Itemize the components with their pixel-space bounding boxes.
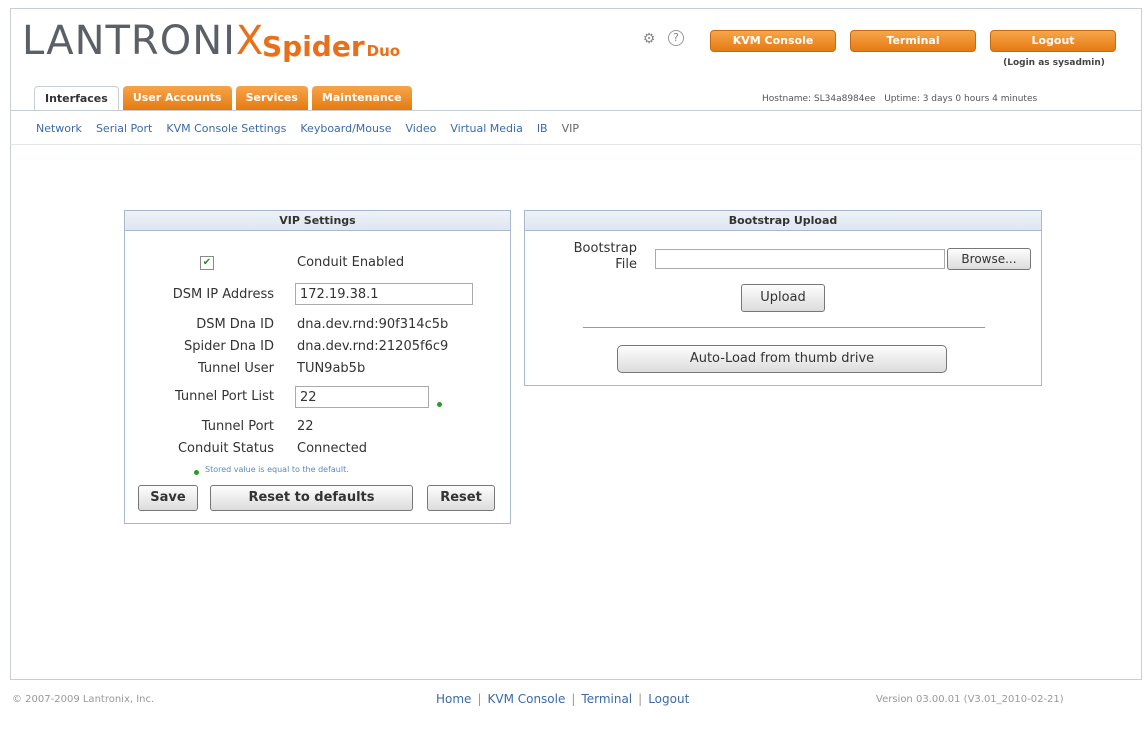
tunnel-user-value: TUN9ab5b [297,361,366,376]
default-indicator-icon [437,402,442,407]
auto-load-thumb-drive-button[interactable]: Auto-Load from thumb drive [617,345,947,373]
sub-navigation: Network Serial Port KVM Console Settings… [36,122,579,135]
subnav-network[interactable]: Network [36,122,82,135]
uptime: Uptime: 3 days 0 hours 4 minutes [884,94,1038,104]
spider-dna-label: Spider Dna ID [183,339,274,354]
bootstrap-file-label: Bootstrap File [574,241,637,273]
version-info: Version 03.00.01 (V3.01_2010-02-21) [876,694,1064,705]
tab-user-accounts[interactable]: User Accounts [122,86,232,110]
subnav-keyboard-mouse[interactable]: Keyboard/Mouse [300,122,391,135]
reset-to-defaults-button[interactable]: Reset to defaults [210,485,413,511]
conduit-status-value: Connected [297,441,368,456]
dsm-ip-input[interactable] [295,283,473,305]
tools-icon[interactable]: ⚙ [640,30,658,48]
bootstrap-file-input[interactable] [655,249,945,269]
default-value-note: Stored value is equal to the default. [205,465,349,474]
vip-settings-title: VIP Settings [125,211,510,231]
lantronix-logo: LANTRONIX [22,18,265,64]
copyright: © 2007-2009 Lantronix, Inc. [12,694,155,705]
subnav-kvm-console-settings[interactable]: KVM Console Settings [166,122,286,135]
subnav-virtual-media[interactable]: Virtual Media [450,122,522,135]
terminal-button[interactable]: Terminal [850,30,976,52]
product-logo: Spider Duo [262,30,401,63]
help-icon[interactable]: ? [668,30,684,46]
tab-maintenance[interactable]: Maintenance [311,86,412,110]
tunnel-user-label: Tunnel User [197,361,274,376]
tunnel-port-list-input[interactable] [295,386,429,408]
note-indicator-icon [194,470,199,475]
footer-separator: | [477,692,482,706]
tab-divider [10,110,1142,111]
tunnel-port-label: Tunnel Port [201,419,274,434]
subnav-video[interactable]: Video [406,122,437,135]
tunnel-port-value: 22 [297,419,314,434]
footer-separator: | [571,692,576,706]
upload-button[interactable]: Upload [741,284,825,312]
conduit-status-label: Conduit Status [177,441,274,456]
dsm-dna-label: DSM Dna ID [196,317,274,332]
tunnel-port-list-label: Tunnel Port List [174,389,274,404]
footer-link-home[interactable]: Home [436,692,471,706]
subnav-serial-port[interactable]: Serial Port [96,122,152,135]
kvm-console-button[interactable]: KVM Console [710,30,836,52]
dsm-ip-label: DSM IP Address [172,287,274,302]
save-button[interactable]: Save [138,485,198,511]
tab-services[interactable]: Services [235,86,308,110]
vip-settings-panel: VIP Settings ✔ Conduit Enabled DSM IP Ad… [124,210,511,524]
subnav-divider [10,144,1142,145]
subnav-ib[interactable]: IB [537,122,548,135]
conduit-enabled-label: Conduit Enabled [297,255,405,270]
login-status: (Login as sysadmin) [1003,58,1105,68]
subnav-vip[interactable]: VIP [562,122,579,135]
conduit-enabled-checkbox[interactable]: ✔ [200,256,214,270]
bootstrap-divider [583,327,985,328]
reset-button[interactable]: Reset [427,485,495,511]
bootstrap-file-label-line1: Bootstrap [573,241,637,256]
host-info: Hostname: SL34a8984ee Uptime: 3 days 0 h… [762,94,1037,104]
footer-separator: | [638,692,643,706]
footer-link-terminal[interactable]: Terminal [581,692,632,706]
footer-link-logout[interactable]: Logout [648,692,689,706]
bootstrap-upload-panel: Bootstrap Upload Bootstrap File Browse...… [524,210,1042,386]
tab-interfaces[interactable]: Interfaces [34,86,119,110]
footer-links: Home | KVM Console | Terminal | Logout [436,692,689,706]
hostname: Hostname: SL34a8984ee [762,94,876,104]
logout-button[interactable]: Logout [990,30,1116,52]
bootstrap-upload-title: Bootstrap Upload [525,211,1041,231]
bootstrap-file-label-line2: File [615,257,637,272]
main-tabs: Interfaces User Accounts Services Mainte… [34,86,412,110]
dsm-dna-value: dna.dev.rnd:90f314c5b [297,317,449,332]
browse-button[interactable]: Browse... [947,248,1031,270]
footer-link-kvm-console[interactable]: KVM Console [487,692,565,706]
spider-dna-value: dna.dev.rnd:21205f6c9 [297,339,449,354]
